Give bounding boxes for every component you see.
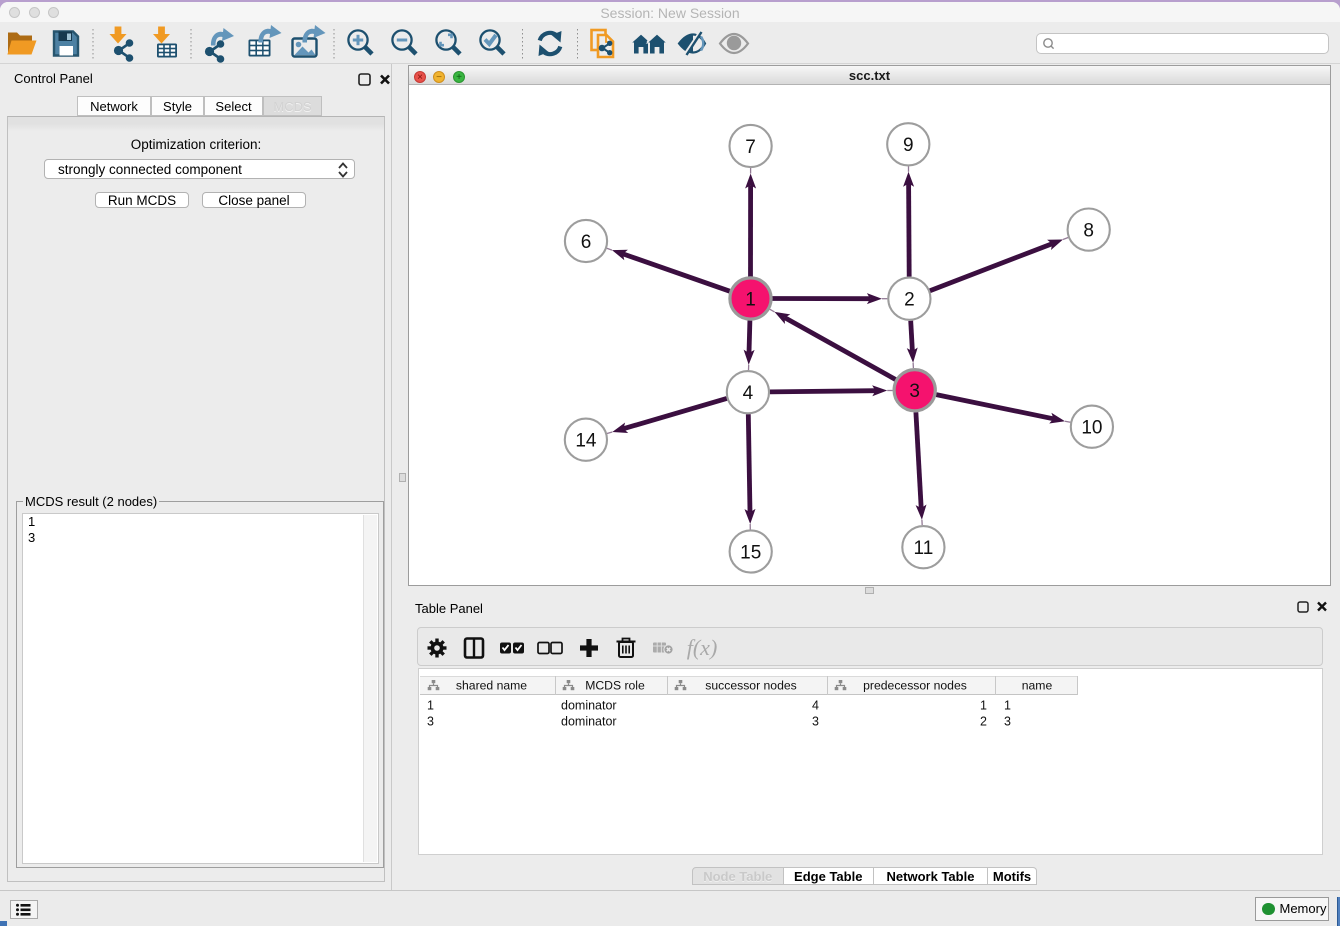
svg-text:2: 2 xyxy=(904,290,915,311)
svg-text:3: 3 xyxy=(812,715,819,729)
svg-text:3: 3 xyxy=(909,381,920,402)
svg-text:4: 4 xyxy=(812,699,819,713)
svg-text:shared name: shared name xyxy=(456,679,527,693)
svg-text:1: 1 xyxy=(745,289,756,310)
svg-text:f(x): f(x) xyxy=(687,635,718,660)
svg-text:2: 2 xyxy=(980,715,987,729)
svg-text:10: 10 xyxy=(1081,418,1102,439)
svg-text:7: 7 xyxy=(745,137,756,158)
svg-text:1: 1 xyxy=(427,699,434,713)
svg-text:dominator: dominator xyxy=(561,715,617,729)
svg-text:dominator: dominator xyxy=(561,699,617,713)
svg-text:predecessor nodes: predecessor nodes xyxy=(863,679,967,693)
svg-text:3: 3 xyxy=(1004,715,1011,729)
svg-text:1: 1 xyxy=(1004,699,1011,713)
svg-text:9: 9 xyxy=(903,135,914,156)
svg-text:MCDS role: MCDS role xyxy=(585,679,645,693)
svg-text:8: 8 xyxy=(1083,220,1094,241)
svg-text:1: 1 xyxy=(980,699,987,713)
svg-text:11: 11 xyxy=(914,538,934,559)
svg-text:6: 6 xyxy=(581,232,592,253)
svg-text:name: name xyxy=(1022,679,1053,693)
svg-text:3: 3 xyxy=(427,715,434,729)
svg-text:14: 14 xyxy=(575,431,597,452)
svg-text:4: 4 xyxy=(743,383,754,404)
svg-text:successor nodes: successor nodes xyxy=(705,679,796,693)
svg-text:15: 15 xyxy=(740,542,761,563)
